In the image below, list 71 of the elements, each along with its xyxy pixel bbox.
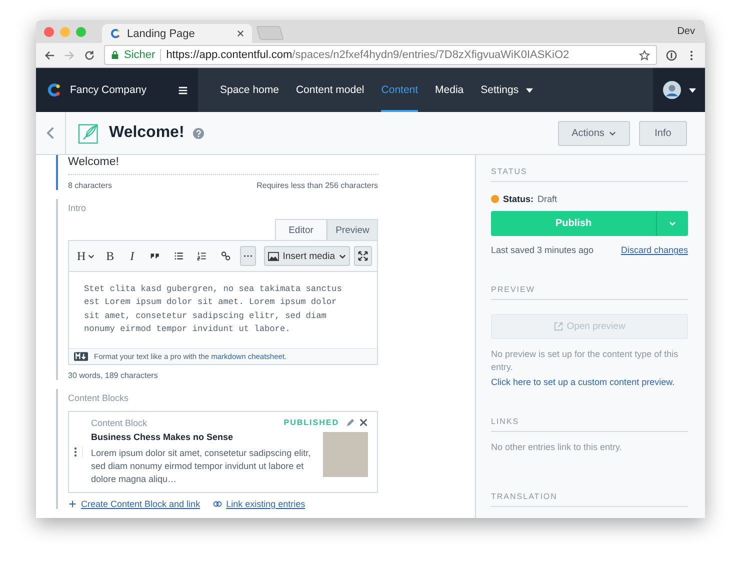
word-count: 30 words, 189 characters	[68, 370, 158, 380]
nav-tab[interactable]: Settings	[480, 68, 533, 112]
link-icon	[213, 500, 222, 508]
chevron-down-icon	[609, 130, 616, 136]
bold-button[interactable]: B	[101, 246, 120, 266]
url-text: https://app.contentful.com/spaces/n2fxef4hydn9/entries/7D8zXfigvuaWiK0IASKiO2	[166, 49, 570, 61]
profile-label[interactable]: Dev	[677, 26, 695, 37]
preview-note: No preview is set up for the content type of this entry.	[491, 348, 680, 374]
chevron-down-icon	[88, 254, 94, 258]
status-value: Draft	[538, 194, 558, 204]
nav-tab[interactable]: Media	[435, 68, 464, 112]
avatar-icon[interactable]	[662, 81, 680, 99]
nav-tab[interactable]: Content model	[296, 68, 364, 112]
links-note: No other entries link to this entry.	[491, 441, 623, 454]
address-bar[interactable]: Sicher https://app.contentful.com/spaces/n2fxef4hydn9/entries/7D8zXfigvuaWiK0IASKiO2	[104, 45, 657, 65]
browser-tab[interactable]: Landing Page	[102, 24, 252, 43]
discard-changes-link[interactable]: Discard changes	[620, 245, 688, 255]
section-heading: LINKS	[491, 417, 688, 432]
logo-icon[interactable]	[46, 82, 62, 98]
link-entries-link[interactable]: Link existing entries	[213, 498, 306, 509]
secure-label: Sicher	[124, 49, 162, 61]
status-label: PUBLISHED	[284, 418, 339, 428]
title-field[interactable]: Welcome!	[68, 155, 378, 175]
back-arrow-icon[interactable]	[44, 50, 55, 60]
lock-icon	[111, 50, 119, 60]
actions-button[interactable]: Actions	[558, 120, 630, 146]
image-icon	[268, 252, 279, 260]
chevron-down-icon	[338, 254, 346, 258]
section-heading: PREVIEW	[491, 285, 688, 300]
caret-icon[interactable]	[688, 88, 696, 92]
expand-icon	[358, 251, 368, 261]
entry-excerpt: Lorem ipsum dolor sit amet, consetetur sadipscing elitr, sed diam nonumy eirmod tempor invidunt ut labore et dolore magna aliqu…	[91, 446, 312, 486]
chevron-down-icon	[669, 221, 676, 226]
caret-icon	[526, 88, 533, 92]
external-link-icon	[554, 322, 563, 331]
last-saved-text: Last saved 3 minutes ago	[491, 245, 594, 255]
pencil-icon[interactable]	[346, 418, 355, 428]
entry-card[interactable]: Content Block PUBLISHED Business Chess Makes no Sense Lorem ipsum dolor sit amet, consetetur sadipscing elitr, sed diam nonumy eirmod tempor invidunt ut labore et dolore magna aliqu…	[68, 410, 378, 493]
status-label: Status:	[503, 194, 534, 204]
nav-tab[interactable]: Space home	[220, 68, 279, 112]
field-label: Intro	[68, 202, 88, 215]
insert-media-button[interactable]: Insert media	[264, 246, 350, 266]
section-heading: TRANSLATION	[491, 492, 688, 507]
markdown-icon	[74, 352, 88, 361]
photo-placeholder	[323, 432, 368, 477]
logo-icon	[110, 28, 121, 39]
entry-title: Business Chess Makes no Sense	[91, 432, 234, 442]
character-count: 8 characters	[68, 181, 112, 190]
markdown-text[interactable]: Stet clita kasd gubergren, no sea takimata sanctus est Lorem ipsum dolor sit amet. Lorem ipsum dolor sit amet, consetetur sadipscing elitr, sed diam nonumy eirmod tempor invidunt ut labore.	[69, 272, 354, 348]
close-tab-icon[interactable]	[237, 30, 244, 37]
help-icon[interactable]	[193, 128, 204, 138]
editor-tab[interactable]: Editor	[275, 219, 327, 240]
info-button[interactable]: Info	[639, 120, 687, 146]
plus-icon	[68, 500, 77, 508]
create-entry-link[interactable]: Create Content Block and link	[68, 498, 200, 509]
space-name[interactable]: Fancy Company	[70, 84, 170, 96]
entry-title: Welcome!	[109, 124, 184, 142]
field-label: Content Blocks	[68, 392, 130, 405]
section-heading: STATUS	[491, 167, 688, 182]
italic-button[interactable]: I	[123, 246, 142, 266]
feather-icon	[78, 122, 100, 144]
content-type-label: Content Block	[91, 418, 148, 428]
fullscreen-button[interactable]	[354, 246, 372, 266]
close-icon[interactable]	[359, 418, 368, 428]
reload-icon[interactable]	[84, 50, 95, 60]
validation-hint: Requires less than 256 characters	[256, 181, 378, 190]
info-icon[interactable]	[666, 50, 677, 60]
editor-tab[interactable]: Preview	[327, 219, 378, 240]
heading-button[interactable]: H	[74, 246, 98, 266]
menu-icon[interactable]	[178, 86, 188, 94]
star-icon[interactable]	[639, 50, 650, 60]
